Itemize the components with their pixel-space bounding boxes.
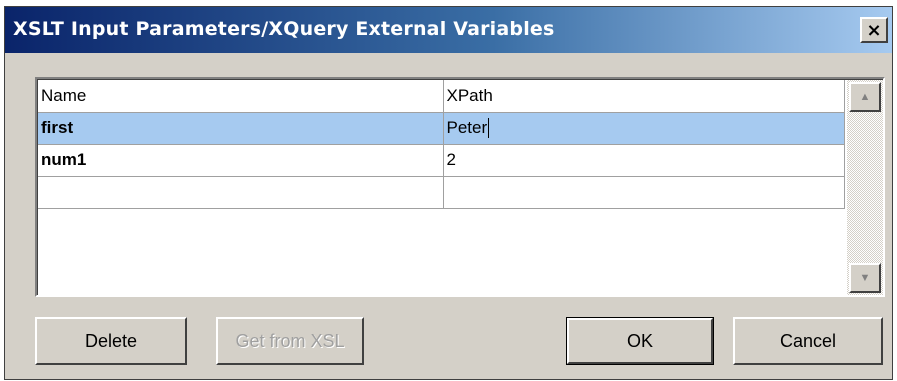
cancel-button[interactable]: Cancel (733, 317, 883, 365)
param-name-cell[interactable] (38, 176, 444, 209)
param-xpath-cell[interactable]: 2 (443, 144, 845, 177)
param-name-cell[interactable]: first (38, 112, 444, 145)
delete-button[interactable]: Delete (35, 317, 187, 365)
title-bar[interactable]: XSLT Input Parameters/XQuery External Va… (5, 7, 892, 53)
dialog-window: XSLT Input Parameters/XQuery External Va… (4, 6, 893, 380)
close-icon: × (866, 19, 882, 41)
param-name-cell[interactable]: num1 (38, 144, 444, 177)
table-row[interactable]: num1 2 (38, 144, 845, 177)
table-row[interactable] (38, 176, 845, 209)
ok-label: OK (626, 330, 653, 351)
param-xpath-cell[interactable] (443, 176, 845, 209)
scroll-down-button[interactable]: ▼ (849, 263, 881, 293)
dialog-title: XSLT Input Parameters/XQuery External Va… (13, 18, 555, 40)
column-header-name: Name (38, 80, 444, 113)
get-from-xsl-button[interactable]: Get from XSL (216, 317, 364, 365)
ok-button[interactable]: OK (566, 317, 714, 365)
scroll-up-button[interactable]: ▲ (849, 82, 881, 112)
column-header-xpath: XPath (443, 80, 845, 113)
arrow-up-icon: ▲ (859, 91, 871, 103)
header-row: Name XPath (38, 80, 845, 113)
table-row[interactable]: first Peter (38, 112, 845, 145)
arrow-down-icon: ▼ (859, 272, 871, 284)
param-xpath-cell[interactable]: Peter (443, 112, 845, 145)
text-cursor (488, 118, 490, 139)
vertical-scrollbar[interactable]: ▲ ▼ (847, 80, 883, 295)
close-button[interactable]: × (860, 17, 888, 43)
parameters-table: Name XPath first Peter num1 2 (38, 80, 845, 209)
param-xpath-value[interactable]: Peter (447, 118, 488, 137)
parameters-grid: Name XPath first Peter num1 2 ▲ ▼ (35, 77, 885, 297)
